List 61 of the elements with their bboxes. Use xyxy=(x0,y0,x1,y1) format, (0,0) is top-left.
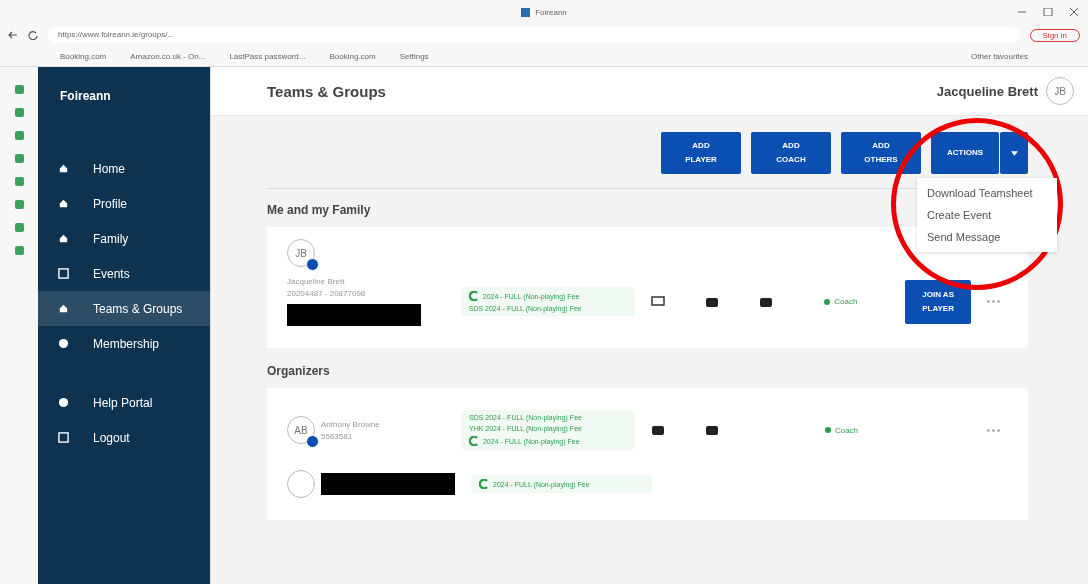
camera-badge-icon xyxy=(306,435,319,448)
menu-item[interactable]: Create Event xyxy=(917,204,1057,226)
bookmark-link[interactable]: Booking.com xyxy=(60,51,107,61)
caret-button[interactable] xyxy=(1000,132,1028,174)
more-icon[interactable] xyxy=(987,428,1000,432)
member-id: 20204487 - 20877098 xyxy=(287,289,366,298)
add-button[interactable]: ADD COACH xyxy=(751,132,831,174)
role-label: Coach xyxy=(834,297,858,306)
section-title: Organizers xyxy=(267,363,330,380)
user-avatar[interactable]: JB xyxy=(1046,77,1074,105)
nav-item[interactable]: Family xyxy=(38,221,210,256)
calendar-icon xyxy=(58,268,69,279)
sidebar-app-icon[interactable] xyxy=(14,131,24,140)
camera-badge-icon xyxy=(306,258,319,271)
screen-icon[interactable] xyxy=(650,295,665,308)
nav-item[interactable]: Events xyxy=(38,256,210,291)
back-icon[interactable] xyxy=(8,30,18,40)
more-icon[interactable] xyxy=(987,300,1000,303)
sidebar-app-icon[interactable] xyxy=(14,108,24,117)
nav-item[interactable]: Help Portal xyxy=(38,385,210,420)
window-controls-icon[interactable] xyxy=(1018,8,1078,16)
add-button[interactable]: ADD OTHERS xyxy=(841,132,921,174)
member-avatar: JB xyxy=(287,239,315,267)
member-avatar xyxy=(287,470,315,498)
sidebar-app-icon[interactable] xyxy=(14,85,24,94)
nav-item[interactable]: Logout xyxy=(38,420,210,455)
sidebar-app-icon[interactable] xyxy=(14,177,24,186)
sidebar-app-icon[interactable] xyxy=(14,154,24,163)
brand-logo: Foireann xyxy=(59,89,112,103)
menu-item[interactable]: Download Teamsheet xyxy=(917,182,1057,204)
bookmark-folder[interactable]: Other favourites xyxy=(971,51,1028,61)
section-title: Me and my Family xyxy=(267,202,371,219)
home-icon xyxy=(58,163,69,174)
caret-icon xyxy=(1010,150,1018,156)
actions-button[interactable]: ACTIONS xyxy=(931,132,999,174)
bookmark-link[interactable]: Settings xyxy=(399,51,429,61)
sidebar-app-icon[interactable] xyxy=(14,246,24,255)
help-icon xyxy=(58,397,69,408)
role-label: Coach xyxy=(834,425,859,435)
join-button[interactable]: JOIN AS PLAYER xyxy=(905,279,971,324)
sidebar-app-icon[interactable] xyxy=(14,200,24,209)
page-title: Teams & Groups xyxy=(267,82,387,100)
logout-icon xyxy=(58,432,69,443)
bookmark-link[interactable]: Amazon.co.uk - On... xyxy=(130,51,206,61)
sidebar-app-icon[interactable] xyxy=(14,223,24,232)
member-id: 5563581 xyxy=(321,431,354,441)
nav-item[interactable]: Home xyxy=(38,151,210,186)
user-name[interactable]: Jacqueline Brett xyxy=(936,83,1038,99)
address-field[interactable]: https://www.foireann.ie/groups/... xyxy=(48,27,1020,43)
menu-item[interactable]: Send Message xyxy=(917,226,1057,248)
nav-item[interactable]: Profile xyxy=(38,186,210,221)
globe-icon xyxy=(58,338,69,349)
nav-item[interactable]: Membership xyxy=(38,326,210,361)
nav-item[interactable]: Teams & Groups xyxy=(38,291,210,326)
tab-title[interactable]: Foireann xyxy=(535,7,567,17)
site-favicon-icon xyxy=(521,7,531,17)
add-button[interactable]: ADD PLAYER xyxy=(661,132,741,174)
bookmark-link[interactable]: LastPass password... xyxy=(229,51,306,61)
bookmark-link[interactable]: Booking.com xyxy=(329,51,376,61)
reload-icon[interactable] xyxy=(28,30,38,40)
member-avatar: AB xyxy=(287,416,315,444)
